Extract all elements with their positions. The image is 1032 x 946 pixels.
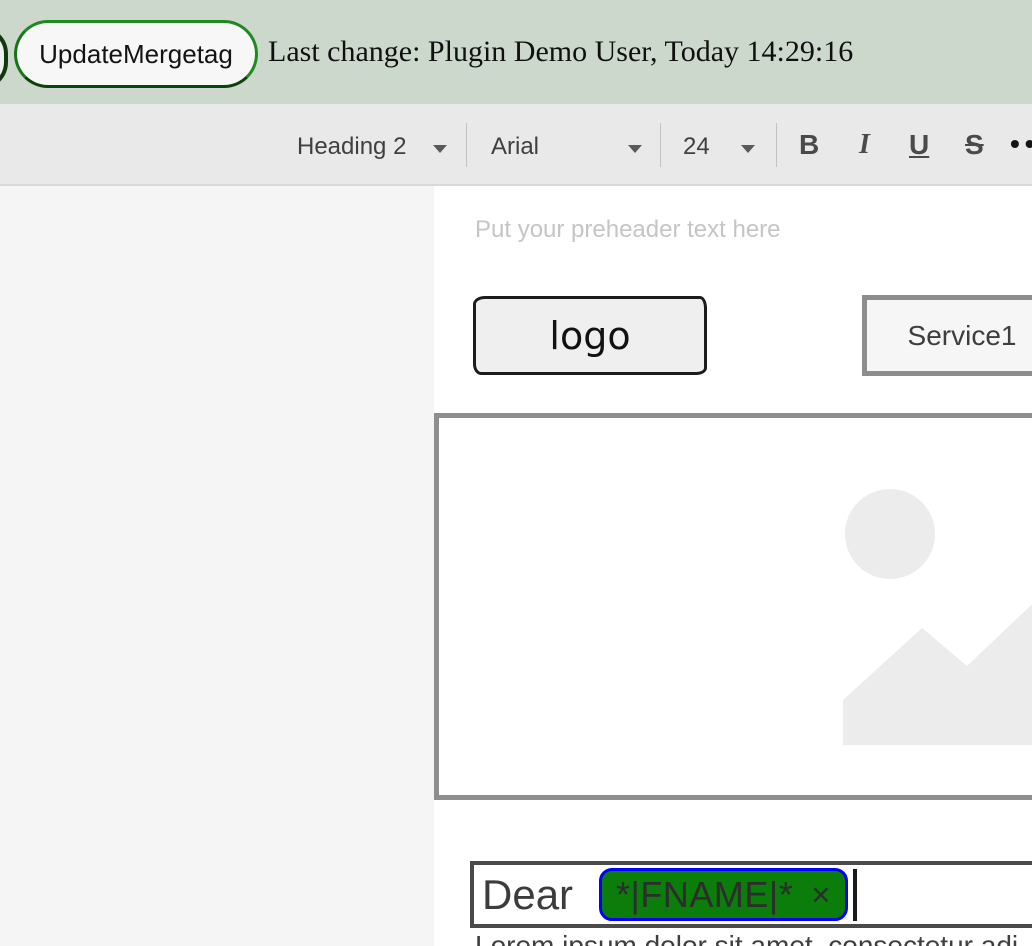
font-size-dropdown[interactable]: 24 — [683, 133, 710, 161]
font-family-dropdown[interactable]: Arial — [491, 133, 539, 161]
email-editor-window: UpdateMergetag Last change: Plugin Demo … — [0, 0, 1032, 946]
paragraph-style-dropdown[interactable]: Heading 2 — [297, 133, 406, 161]
underline-button[interactable]: U — [909, 129, 929, 161]
chevron-down-icon — [433, 145, 447, 153]
greeting-text: Dear — [482, 874, 573, 916]
toolbar-divider — [466, 123, 467, 167]
status-bar: UpdateMergetag Last change: Plugin Demo … — [0, 0, 1032, 104]
formatting-toolbar: Heading 2 Arial 24 B I U S •• — [0, 104, 1032, 186]
email-canvas: Put your preheader text here logo Servic… — [434, 186, 1032, 946]
toolbar-divider — [660, 123, 661, 167]
update-mergetag-button[interactable]: UpdateMergetag — [14, 20, 258, 88]
italic-button[interactable]: I — [859, 129, 870, 161]
last-change-text: Last change: Plugin Demo User, Today 14:… — [268, 0, 853, 104]
image-placeholder-block[interactable] — [434, 413, 1032, 800]
chevron-down-icon — [628, 145, 642, 153]
chevron-down-icon — [741, 145, 755, 153]
text-cursor — [853, 869, 857, 921]
merge-tag-label: *|FNAME|* — [616, 877, 793, 913]
close-icon[interactable]: × — [811, 878, 830, 911]
toolbar-divider — [776, 123, 777, 167]
service1-button[interactable]: Service1 — [862, 295, 1032, 376]
preheader-placeholder[interactable]: Put your preheader text here — [475, 216, 781, 244]
greeting-text-block[interactable]: Dear *|FNAME|* × — [470, 861, 1032, 928]
more-options-icon[interactable]: •• — [1010, 128, 1032, 160]
image-placeholder-icon — [439, 418, 1032, 795]
bold-button[interactable]: B — [799, 129, 819, 161]
offscreen-pill-button[interactable] — [0, 26, 8, 90]
fname-merge-tag-chip[interactable]: *|FNAME|* × — [599, 868, 848, 921]
strikethrough-button[interactable]: S — [965, 129, 984, 161]
body-text[interactable]: Lorem ipsum dolor sit amet, consectetur … — [475, 930, 1032, 946]
logo-placeholder-block[interactable]: logo — [473, 296, 707, 375]
